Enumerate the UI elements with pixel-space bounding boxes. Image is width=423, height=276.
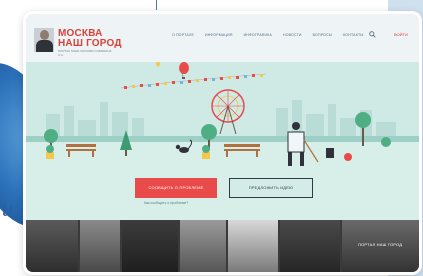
ferris-wheel: [211, 89, 245, 135]
hero-illustration: [26, 62, 419, 232]
mayor-photo-logo[interactable]: [34, 28, 54, 52]
background-line: [156, 0, 157, 10]
photo-gallery-strip: ПОРТАЛ НАШ ГОРОД: [26, 220, 419, 272]
nav-item-information[interactable]: ИНФОРМАЦИЯ: [205, 33, 233, 37]
hot-air-balloon-icon: [156, 62, 189, 79]
suggest-idea-button[interactable]: ПРЕДЛОЖИТЬ ИДЕЮ: [229, 178, 313, 198]
gallery-photo[interactable]: [80, 220, 120, 272]
nav-item-contacts[interactable]: КОНТАКТЫ: [343, 33, 363, 37]
login-link[interactable]: ВОЙТИ: [394, 32, 408, 37]
background-italic-letter: u: [2, 196, 13, 221]
gallery-label: ПОРТАЛ НАШ ГОРОД: [358, 242, 403, 247]
search-icon[interactable]: [369, 31, 376, 38]
logo-title-line2[interactable]: НАШ ГОРОД: [58, 38, 122, 49]
report-problem-button[interactable]: СООБЩИТЬ О ПРОБЛЕМЕ: [135, 178, 217, 198]
main-nav: О ПОРТАЛЕ ИНФОРМАЦИЯ ИНФОГРАФИКА НОВОСТИ…: [172, 33, 364, 37]
nav-item-infographics[interactable]: ИНФОГРАФИКА: [244, 33, 272, 37]
website-screenshot-frame: МОСКВА НАШ ГОРОД ПОРТАЛ МЭРА МОСКВЫ СОБЯ…: [26, 14, 419, 272]
logo-subtitle: ПОРТАЛ МЭРА МОСКВЫ СОБЯНИНА С.С.: [58, 49, 112, 57]
gallery-photo[interactable]: [228, 220, 278, 272]
nav-item-about[interactable]: О ПОРТАЛЕ: [172, 33, 194, 37]
gallery-photo[interactable]: [180, 220, 226, 272]
gallery-photo[interactable]: [122, 220, 178, 272]
how-to-report-link[interactable]: Как сообщить о проблеме?: [144, 201, 188, 205]
gallery-photo[interactable]: [26, 220, 78, 272]
nav-item-questions[interactable]: ВОПРОСЫ: [313, 33, 332, 37]
nav-item-news[interactable]: НОВОСТИ: [283, 33, 302, 37]
bunting-flags: [120, 73, 267, 89]
site-header: МОСКВА НАШ ГОРОД ПОРТАЛ МЭРА МОСКВЫ СОБЯ…: [26, 14, 419, 62]
park-ground: [26, 142, 419, 232]
gallery-photo[interactable]: [280, 220, 340, 272]
river: [26, 136, 419, 142]
